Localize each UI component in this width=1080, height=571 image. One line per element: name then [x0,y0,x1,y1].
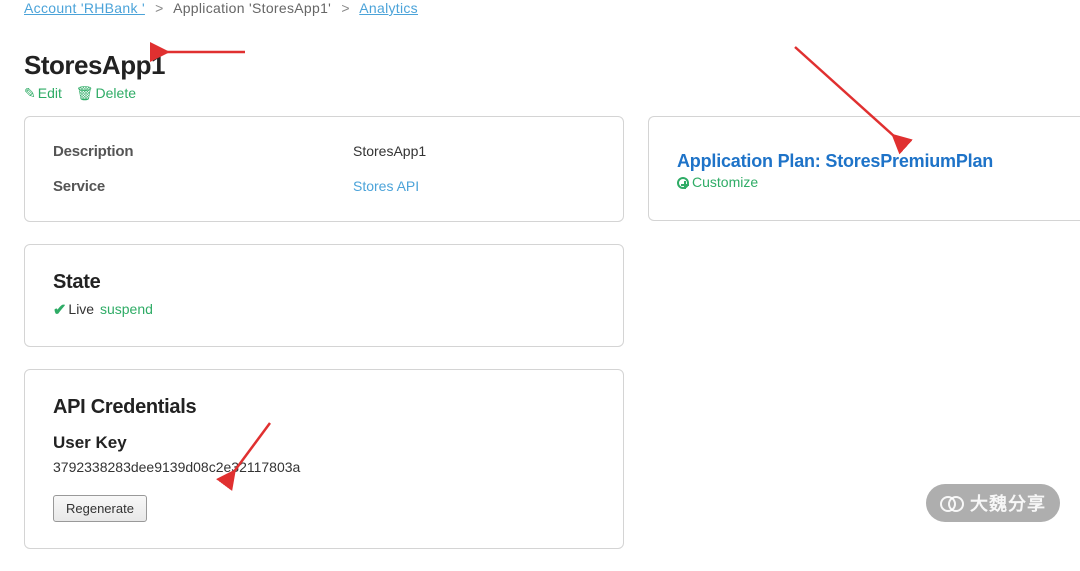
customize-link[interactable]: Customize [677,174,1052,190]
plan-card: Application Plan: StoresPremiumPlan Cust… [648,116,1080,221]
delete-button[interactable]: 🗑Delete [76,85,136,101]
breadcrumb-account-link[interactable]: Account 'RHBank ' [24,0,145,16]
trash-icon: 🗑 [76,85,94,101]
delete-label: Delete [96,85,136,101]
state-status: Live [68,301,94,317]
watermark: 大魏分享 [926,484,1060,522]
breadcrumb: Account 'RHBank ' > Application 'StoresA… [24,0,1080,20]
suspend-link[interactable]: suspend [100,301,153,317]
plus-circle-icon [677,177,689,189]
breadcrumb-separator: > [155,0,163,16]
userkey-heading: User Key [53,433,595,453]
state-card: State ✔Live suspend [24,244,624,347]
breadcrumb-separator: > [341,0,349,16]
breadcrumb-application: Application 'StoresApp1' [173,0,331,16]
watermark-text: 大魏分享 [970,490,1046,516]
breadcrumb-analytics-link[interactable]: Analytics [359,0,418,16]
credentials-card: API Credentials User Key 3792338283dee91… [24,369,624,549]
state-heading: State [53,271,595,294]
customize-label: Customize [692,174,758,190]
page-actions: ✎Edit 🗑Delete [24,85,1080,102]
details-card: Description StoresApp1 Service Stores AP… [24,116,624,222]
wechat-icon [940,492,962,514]
plan-heading: Application Plan: StoresPremiumPlan [677,151,1052,172]
pencil-icon: ✎ [24,85,36,101]
edit-label: Edit [38,85,62,101]
credentials-heading: API Credentials [53,396,595,419]
description-label: Description [53,143,353,160]
page-title: StoresApp1 [24,50,1080,81]
service-link[interactable]: Stores API [353,178,419,194]
check-icon: ✔ [53,300,66,320]
regenerate-button[interactable]: Regenerate [53,495,147,522]
edit-button[interactable]: ✎Edit [24,85,62,101]
service-label: Service [53,178,353,195]
description-value: StoresApp1 [353,143,426,160]
userkey-value: 3792338283dee9139d08c2e32117803a [53,459,595,475]
